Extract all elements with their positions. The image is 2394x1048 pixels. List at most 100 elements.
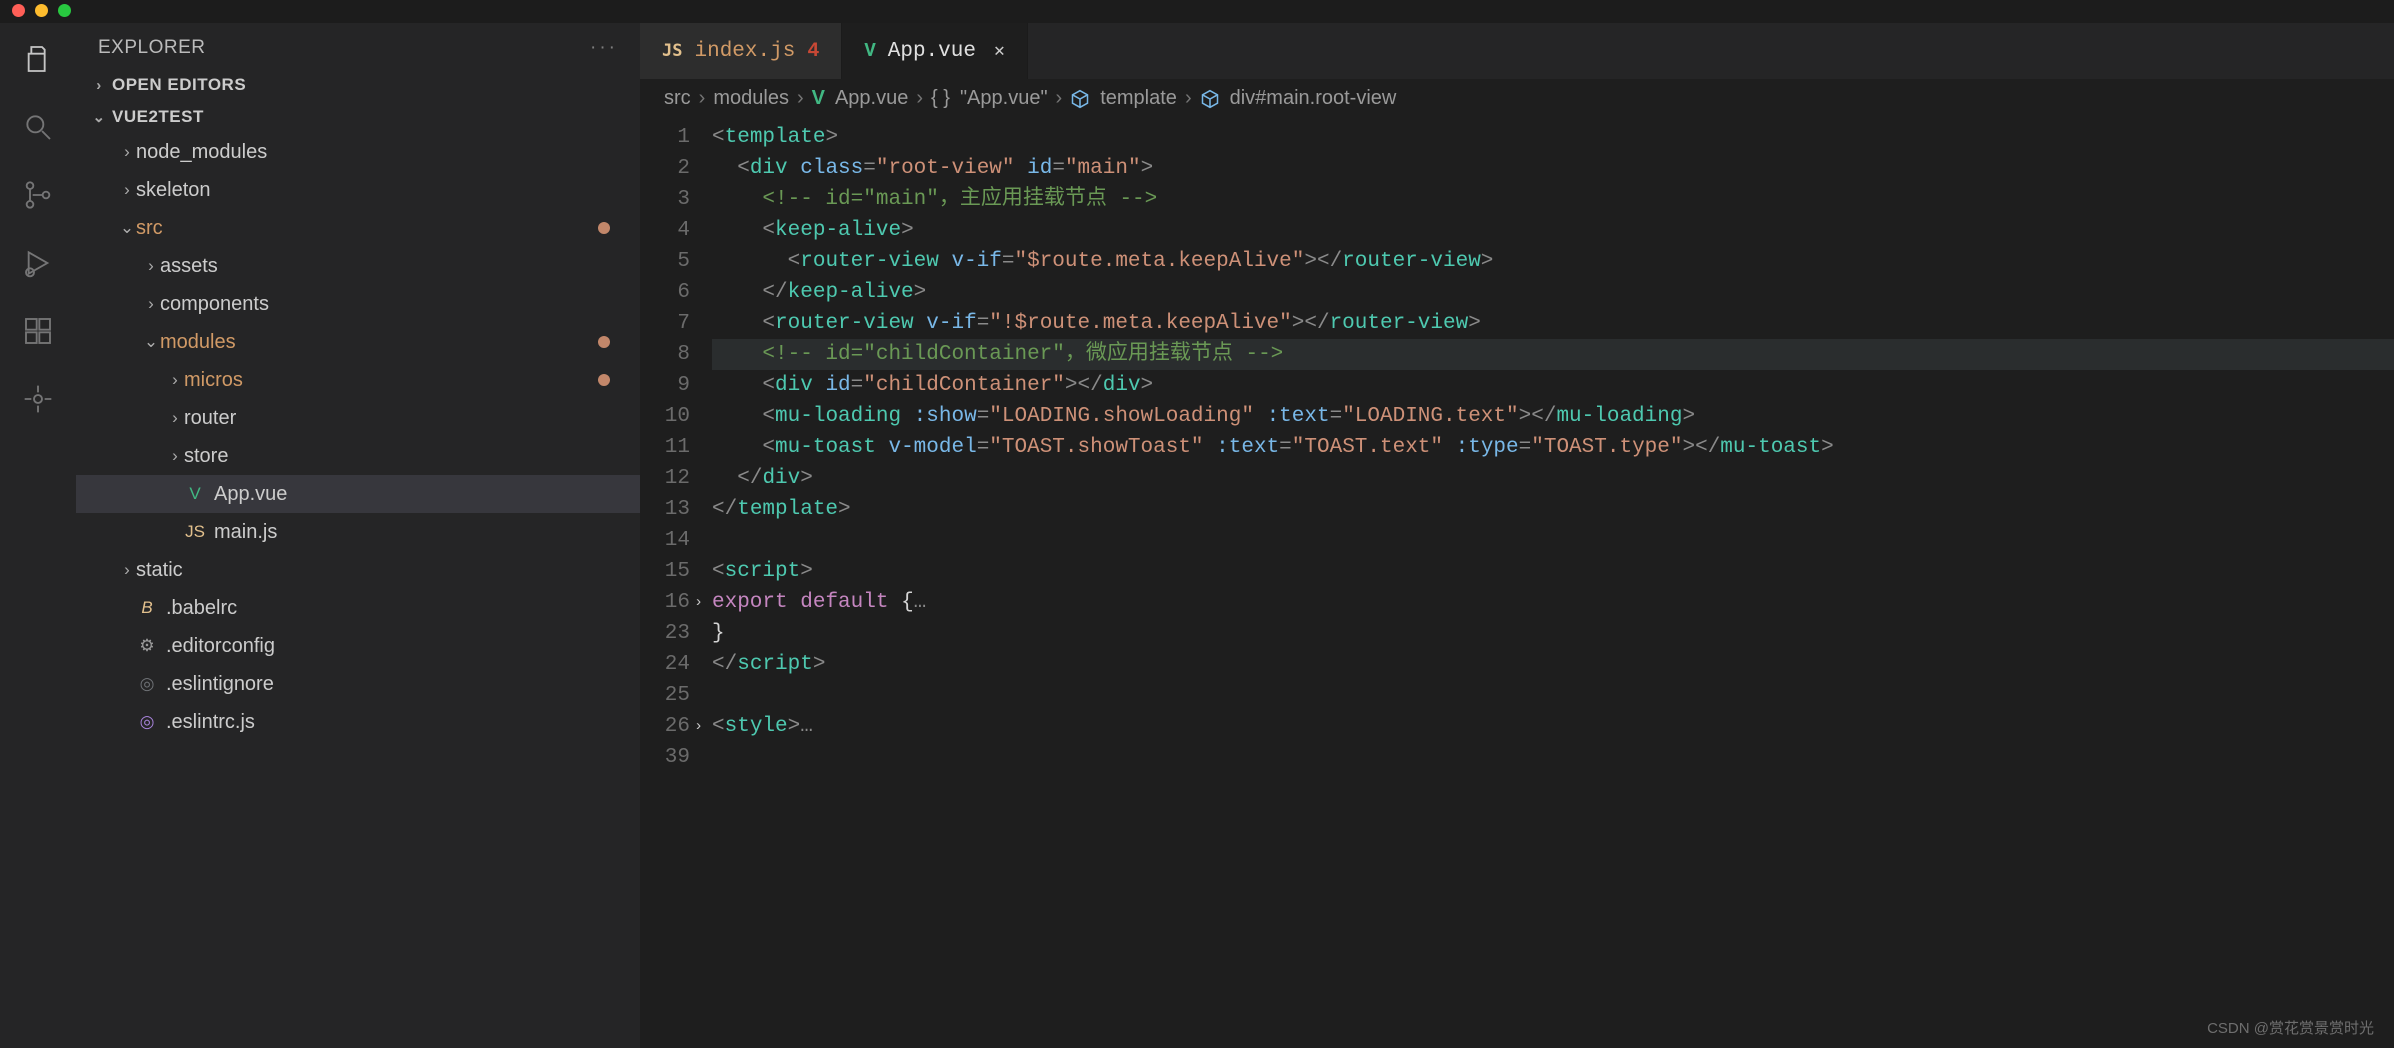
- sidebar-title: EXPLORER: [98, 37, 205, 59]
- code-line[interactable]: </div>: [712, 463, 2394, 494]
- code-area[interactable]: 123456789101112131415162324252639 <templ…: [640, 118, 2394, 1048]
- code-line[interactable]: <template>: [712, 122, 2394, 153]
- editor-tab[interactable]: JSindex.js4: [640, 23, 842, 79]
- code-line[interactable]: <!-- id="main"，主应用挂载节点 -->: [712, 184, 2394, 215]
- file-icon: JS: [662, 41, 682, 61]
- chevron-right-icon: ›: [699, 87, 706, 110]
- file-tree: ›node_modules›skeleton⌄src›assets›compon…: [76, 133, 640, 741]
- breadcrumb-label: template: [1100, 87, 1177, 110]
- tree-item-label: App.vue: [214, 483, 610, 506]
- code-line[interactable]: <script>: [712, 556, 2394, 587]
- tree-item[interactable]: ◎.eslintrc.js: [76, 703, 640, 741]
- code-line[interactable]: }: [712, 618, 2394, 649]
- extensions-icon[interactable]: [18, 311, 58, 351]
- breadcrumb-label: modules: [713, 87, 789, 110]
- tree-item[interactable]: ⚙.editorconfig: [76, 627, 640, 665]
- close-icon[interactable]: ✕: [994, 40, 1005, 62]
- minimize-window-button[interactable]: [35, 4, 48, 17]
- sidebar-more-icon[interactable]: ···: [590, 37, 618, 59]
- fold-icon[interactable]: ›: [694, 711, 703, 742]
- project-section[interactable]: ⌄ VUE2TEST: [76, 101, 640, 133]
- code-line[interactable]: <!-- id="childContainer"，微应用挂载节点 -->: [712, 339, 2394, 370]
- tree-item[interactable]: ›micros: [76, 361, 640, 399]
- code-line[interactable]: </keep-alive>: [712, 277, 2394, 308]
- watermark: CSDN @赏花赏景赏时光: [2207, 1017, 2374, 1038]
- line-number: 12: [640, 463, 690, 494]
- close-window-button[interactable]: [12, 4, 25, 17]
- line-number: 9: [640, 370, 690, 401]
- tree-item[interactable]: ◎.eslintignore: [76, 665, 640, 703]
- file-icon: JS: [184, 522, 206, 542]
- breadcrumb-item[interactable]: src: [664, 87, 691, 110]
- code-line[interactable]: <div id="childContainer"></div>: [712, 370, 2394, 401]
- chevron-right-icon: ›: [916, 87, 923, 110]
- tree-item-label: static: [136, 559, 610, 582]
- code-line[interactable]: <router-view v-if="$route.meta.keepAlive…: [712, 246, 2394, 277]
- line-number: 4: [640, 215, 690, 246]
- code-line[interactable]: <router-view v-if="!$route.meta.keepAliv…: [712, 308, 2394, 339]
- code-line[interactable]: [712, 742, 2394, 773]
- breadcrumb-label: App.vue: [835, 87, 908, 110]
- file-icon: V: [864, 40, 875, 62]
- maximize-window-button[interactable]: [58, 4, 71, 17]
- tree-item[interactable]: JS main.js: [76, 513, 640, 551]
- tree-item[interactable]: ⌄src: [76, 209, 640, 247]
- gitlens-icon[interactable]: [18, 379, 58, 419]
- breadcrumb-item[interactable]: { }"App.vue": [931, 87, 1048, 110]
- tree-item[interactable]: B.babelrc: [76, 589, 640, 627]
- breadcrumb: src›modules›VApp.vue›{ }"App.vue"›templa…: [640, 79, 2394, 118]
- code-line[interactable]: <div class="root-view" id="main">: [712, 153, 2394, 184]
- tree-item-label: .editorconfig: [166, 635, 610, 658]
- chevron-right-icon: ›: [166, 408, 184, 428]
- tree-item[interactable]: ›store: [76, 437, 640, 475]
- code-line[interactable]: </script>: [712, 649, 2394, 680]
- tree-item[interactable]: ›assets: [76, 247, 640, 285]
- tree-item[interactable]: ›node_modules: [76, 133, 640, 171]
- code-line[interactable]: [712, 525, 2394, 556]
- fold-icon[interactable]: ›: [694, 587, 703, 618]
- breadcrumb-item[interactable]: modules: [713, 87, 789, 110]
- chevron-right-icon: ›: [118, 142, 136, 162]
- line-number: 5: [640, 246, 690, 277]
- editor-tab[interactable]: VApp.vue✕: [842, 23, 1027, 79]
- code-line[interactable]: </template>: [712, 494, 2394, 525]
- main-layout: EXPLORER ··· › OPEN EDITORS ⌄ VUE2TEST ›…: [0, 23, 2394, 1048]
- code-line[interactable]: [712, 680, 2394, 711]
- chevron-right-icon: ›: [118, 560, 136, 580]
- code-content[interactable]: <template> <div class="root-view" id="ma…: [712, 118, 2394, 1048]
- vue-icon: V: [812, 87, 825, 110]
- line-number: 26: [640, 711, 690, 742]
- line-number: 24: [640, 649, 690, 680]
- tree-item[interactable]: ›static: [76, 551, 640, 589]
- explorer-icon[interactable]: [18, 39, 58, 79]
- open-editors-section[interactable]: › OPEN EDITORS: [76, 69, 640, 101]
- code-line[interactable]: ›export default {…: [712, 587, 2394, 618]
- breadcrumb-item[interactable]: V App.vue: [812, 87, 909, 110]
- tree-item[interactable]: ›router: [76, 399, 640, 437]
- file-icon: ◎: [136, 674, 158, 694]
- chevron-right-icon: ›: [166, 446, 184, 466]
- tree-item-label: main.js: [214, 521, 610, 544]
- line-number: 2: [640, 153, 690, 184]
- editor-area: JSindex.js4VApp.vue✕ src›modules›VApp.vu…: [640, 23, 2394, 1048]
- open-editors-label: OPEN EDITORS: [112, 75, 246, 95]
- tree-item[interactable]: ›skeleton: [76, 171, 640, 209]
- chevron-right-icon: ›: [1056, 87, 1063, 110]
- line-number: 25: [640, 680, 690, 711]
- tree-item[interactable]: VApp.vue: [76, 475, 640, 513]
- code-line[interactable]: <mu-loading :show="LOADING.showLoading" …: [712, 401, 2394, 432]
- line-number: 16: [640, 587, 690, 618]
- breadcrumb-item[interactable]: template: [1070, 87, 1177, 110]
- breadcrumb-item[interactable]: div#main.root-view: [1200, 87, 1397, 110]
- tree-item[interactable]: ›components: [76, 285, 640, 323]
- code-line[interactable]: <keep-alive>: [712, 215, 2394, 246]
- code-line[interactable]: ›<style>…: [712, 711, 2394, 742]
- sidebar: EXPLORER ··· › OPEN EDITORS ⌄ VUE2TEST ›…: [76, 23, 640, 1048]
- run-debug-icon[interactable]: [18, 243, 58, 283]
- file-icon: B: [136, 598, 158, 618]
- code-line[interactable]: <mu-toast v-model="TOAST.showToast" :tex…: [712, 432, 2394, 463]
- search-icon[interactable]: [18, 107, 58, 147]
- line-number-gutter: 123456789101112131415162324252639: [640, 118, 712, 1048]
- source-control-icon[interactable]: [18, 175, 58, 215]
- tree-item[interactable]: ⌄modules: [76, 323, 640, 361]
